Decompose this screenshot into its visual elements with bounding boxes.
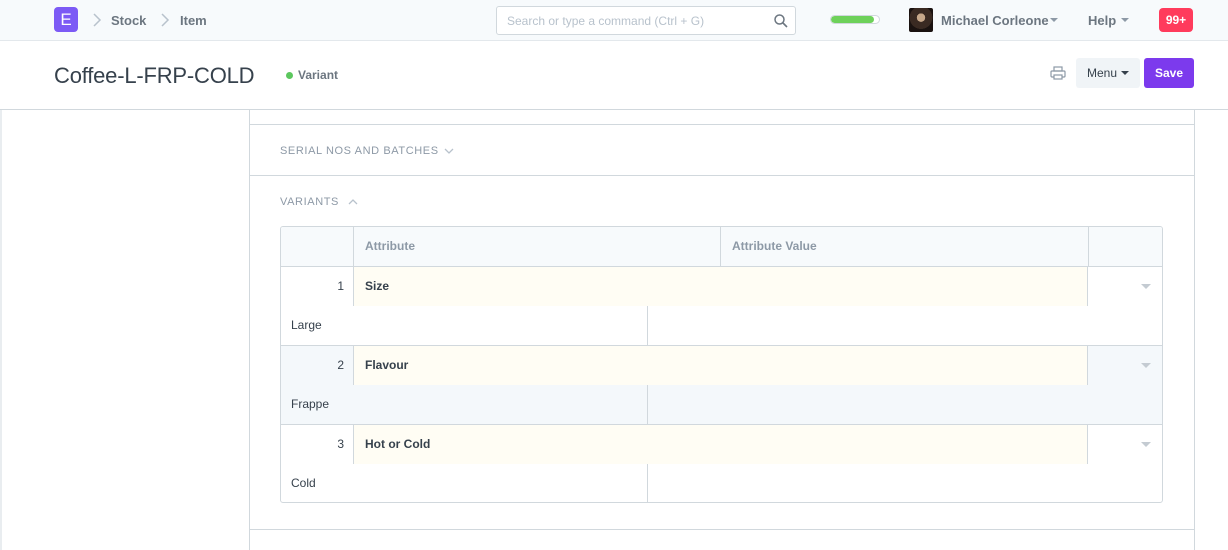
column-divider <box>720 227 721 267</box>
column-header-attribute-value: Attribute Value <box>732 239 817 253</box>
attribute-value-cell[interactable]: Large <box>281 306 648 345</box>
setup-progress-bar[interactable] <box>830 15 880 24</box>
section-divider <box>250 529 1194 530</box>
page-head: Coffee-L-FRP-COLD Variant Menu Save <box>0 42 1228 110</box>
section-divider <box>250 124 1194 125</box>
table-row[interactable]: 1 Size Large <box>281 267 1162 346</box>
variants-table: Attribute Attribute Value 1 Size Large 2… <box>280 226 1163 503</box>
chevron-up-icon[interactable] <box>348 199 358 205</box>
navbar: E Stock Item Search or type a command (C… <box>0 0 1228 41</box>
attribute-value-cell[interactable]: Frappe <box>281 385 648 424</box>
user-menu[interactable]: Michael Corleone <box>941 13 1049 28</box>
attribute-value-cell[interactable]: Cold <box>281 464 648 502</box>
chevron-down-icon[interactable] <box>1141 284 1151 289</box>
status-indicator-dot <box>286 72 293 79</box>
chevron-down-icon <box>1121 18 1129 22</box>
progress-fill <box>831 16 875 23</box>
menu-button-label: Menu <box>1087 66 1118 80</box>
column-divider <box>1088 227 1089 267</box>
section-divider <box>250 175 1194 176</box>
row-index: 2 <box>337 358 344 372</box>
chevron-right-icon <box>93 13 102 27</box>
chevron-down-icon[interactable] <box>1141 363 1151 368</box>
breadcrumb-item[interactable]: Item <box>180 13 207 28</box>
search-input[interactable]: Search or type a command (Ctrl + G) <box>496 6 796 35</box>
notifications-badge[interactable]: 99+ <box>1159 8 1193 32</box>
page-title: Coffee-L-FRP-COLD <box>54 63 255 88</box>
attribute-cell[interactable]: Flavour <box>353 346 1088 385</box>
save-button[interactable]: Save <box>1144 58 1194 88</box>
print-icon[interactable] <box>1050 66 1066 80</box>
attribute-cell[interactable]: Hot or Cold <box>353 425 1088 464</box>
row-index: 1 <box>337 279 344 293</box>
table-row[interactable]: 3 Hot or Cold Cold <box>281 425 1162 502</box>
menu-button[interactable]: Menu <box>1076 58 1140 88</box>
column-divider <box>353 227 354 267</box>
table-header: Attribute Attribute Value <box>281 227 1162 267</box>
section-serial-nos-and-batches[interactable]: SERIAL NOS AND BATCHES <box>280 145 439 157</box>
table-row[interactable]: 2 Flavour Frappe <box>281 346 1162 425</box>
chevron-down-icon <box>1050 18 1058 22</box>
chevron-down-icon <box>1121 71 1129 75</box>
status-badge: Variant <box>298 68 339 82</box>
search-placeholder: Search or type a command (Ctrl + G) <box>507 14 705 28</box>
search-icon[interactable] <box>773 13 789 29</box>
chevron-down-icon[interactable] <box>1141 442 1151 447</box>
attribute-cell[interactable]: Size <box>353 267 1088 306</box>
help-menu[interactable]: Help <box>1088 13 1116 28</box>
chevron-right-icon <box>161 13 170 27</box>
section-variants[interactable]: VARIANTS <box>280 196 339 208</box>
column-header-attribute: Attribute <box>365 239 415 253</box>
app-logo[interactable]: E <box>54 7 78 32</box>
chevron-down-icon[interactable] <box>444 148 454 154</box>
page-left-edge <box>0 110 2 550</box>
breadcrumb-stock[interactable]: Stock <box>111 13 146 28</box>
row-index: 3 <box>337 437 344 451</box>
avatar[interactable] <box>909 8 933 32</box>
